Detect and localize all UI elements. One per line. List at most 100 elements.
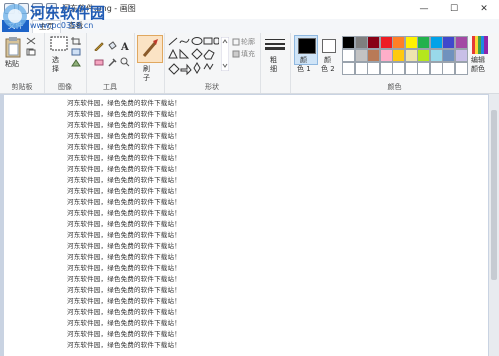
rotate-icon[interactable]: [71, 59, 81, 67]
color-swatch[interactable]: [404, 36, 418, 49]
text-line: 河东软件园，绿色免费的软件下载站！: [67, 231, 181, 239]
color2-label-2[interactable]: 色 2: [321, 64, 335, 74]
fill-bucket-icon[interactable]: [107, 41, 117, 51]
text-line: 河东软件园，绿色免费的软件下载站！: [67, 99, 181, 107]
color-swatch[interactable]: [342, 62, 355, 75]
color-swatch[interactable]: [379, 49, 393, 62]
text-line: 河东软件园，绿色免费的软件下载站！: [67, 132, 181, 140]
text-line: 河东软件园，绿色免费的软件下载站！: [67, 154, 181, 162]
color-picker-icon[interactable]: [107, 57, 117, 67]
color-swatch[interactable]: [392, 36, 405, 49]
select-label-2[interactable]: 择: [52, 64, 59, 74]
brushes-group: 刷 子: [134, 33, 165, 93]
color-swatch[interactable]: [429, 49, 443, 62]
color-swatch[interactable]: [417, 49, 430, 62]
color-swatch[interactable]: [367, 36, 380, 49]
resize-icon[interactable]: [71, 48, 81, 56]
color-swatch[interactable]: [454, 36, 468, 49]
shapes-scroll-icon[interactable]: [221, 37, 229, 71]
color-swatch[interactable]: [442, 36, 455, 49]
text-line: 河东软件园，绿色免费的软件下载站！: [67, 220, 181, 228]
color-swatch[interactable]: [417, 62, 430, 75]
edit-colors-label-2[interactable]: 颜色: [471, 64, 485, 74]
image-group: 选 择 图像: [44, 33, 87, 93]
size-group: 粗 细: [260, 33, 291, 93]
outline-label[interactable]: 轮廓: [241, 37, 255, 47]
text-line: 河东软件园，绿色免费的软件下载站！: [67, 264, 181, 272]
color-swatch[interactable]: [379, 62, 393, 75]
color-swatch[interactable]: [392, 62, 405, 75]
paste-label[interactable]: 粘贴: [5, 59, 19, 69]
clipboard-icon[interactable]: [5, 36, 21, 58]
select-icon[interactable]: [50, 36, 68, 52]
size-label-2[interactable]: 细: [270, 64, 277, 74]
watermark-url: www.pc0359.cn: [30, 21, 94, 30]
color-swatch[interactable]: [342, 49, 355, 62]
text-line: 河东软件园，绿色免费的软件下载站！: [67, 143, 181, 151]
color-swatch[interactable]: [417, 36, 430, 49]
color-swatch[interactable]: [454, 49, 468, 62]
color-swatch[interactable]: [354, 49, 368, 62]
text-line: 河东软件园，绿色免费的软件下载站！: [67, 242, 181, 250]
brush-label-2[interactable]: 子: [143, 73, 150, 83]
image-group-label: 图像: [58, 83, 72, 91]
text-line: 河东软件园，绿色免费的软件下载站！: [67, 253, 181, 261]
text-line: 河东软件园，绿色免费的软件下载站！: [67, 121, 181, 129]
color-swatch[interactable]: [379, 36, 393, 49]
color-swatch[interactable]: [342, 36, 355, 49]
tools-group-label: 工具: [103, 83, 117, 91]
colors-group: 颜 色 1 颜 色 2 编辑 颜色 颜色: [290, 33, 499, 93]
color-swatch[interactable]: [454, 62, 468, 75]
line-size-icon[interactable]: [265, 38, 285, 52]
color-swatch[interactable]: [367, 49, 380, 62]
close-button[interactable]: ✕: [469, 0, 499, 19]
text-line: 河东软件园，绿色免费的软件下载站！: [67, 110, 181, 118]
fill-icon: [232, 50, 240, 58]
color-swatch[interactable]: [404, 62, 418, 75]
text-icon[interactable]: A: [120, 41, 130, 51]
clipboard-group-label: 剪贴板: [11, 83, 33, 91]
text-line: 河东软件园，绿色免费的软件下载站！: [67, 209, 181, 217]
color-swatch[interactable]: [442, 62, 455, 75]
color-swatch[interactable]: [429, 62, 443, 75]
fill-label[interactable]: 填充: [241, 49, 255, 59]
scrollbar-thumb[interactable]: [491, 110, 497, 280]
minimize-button[interactable]: —: [409, 0, 439, 19]
tools-group: A 工具: [86, 33, 135, 93]
text-line: 河东软件园，绿色免费的软件下载站！: [67, 165, 181, 173]
color1-label-2: 色 1: [297, 65, 311, 73]
text-line: 河东软件园，绿色免费的软件下载站！: [67, 341, 181, 349]
pencil-icon[interactable]: [94, 41, 104, 51]
clipboard-group: 粘贴 剪贴板: [0, 33, 45, 93]
cut-icon[interactable]: [26, 37, 36, 45]
text-line: 河东软件园，绿色免费的软件下载站！: [67, 308, 181, 316]
colors-group-label: 颜色: [387, 83, 402, 91]
watermark-logo-icon: [3, 4, 27, 28]
shapes-group-label: 形状: [205, 83, 219, 91]
color-swatch[interactable]: [429, 36, 443, 49]
edit-colors-icon[interactable]: [472, 36, 488, 54]
color-swatch[interactable]: [442, 49, 455, 62]
color2-swatch[interactable]: [322, 39, 336, 53]
watermark: 河东软件园 www.pc0359.cn: [0, 0, 165, 33]
text-line: 河东软件园，绿色免费的软件下载站！: [67, 319, 181, 327]
color-swatch[interactable]: [392, 49, 405, 62]
text-line: 河东软件园，绿色免费的软件下载站！: [67, 297, 181, 305]
magnifier-icon[interactable]: [120, 57, 130, 67]
maximize-button[interactable]: ☐: [439, 0, 469, 19]
watermark-brand: 河东软件园: [30, 4, 106, 22]
color-swatch[interactable]: [367, 62, 380, 75]
eraser-icon[interactable]: [94, 57, 104, 67]
color-swatch[interactable]: [354, 62, 368, 75]
brush-icon: [142, 39, 158, 57]
text-line: 河东软件园，绿色免费的软件下载站！: [67, 176, 181, 184]
text-line: 河东软件园，绿色免费的软件下载站！: [67, 286, 181, 294]
brush-button[interactable]: [137, 35, 163, 63]
outline-icon: [232, 38, 240, 46]
text-line: 河东软件园，绿色免费的软件下载站！: [67, 198, 181, 206]
shapes-gallery[interactable]: [167, 36, 219, 76]
crop-icon[interactable]: [71, 37, 81, 45]
copy-icon[interactable]: [26, 48, 36, 56]
color-swatch[interactable]: [354, 36, 368, 49]
color-swatch[interactable]: [404, 49, 418, 62]
